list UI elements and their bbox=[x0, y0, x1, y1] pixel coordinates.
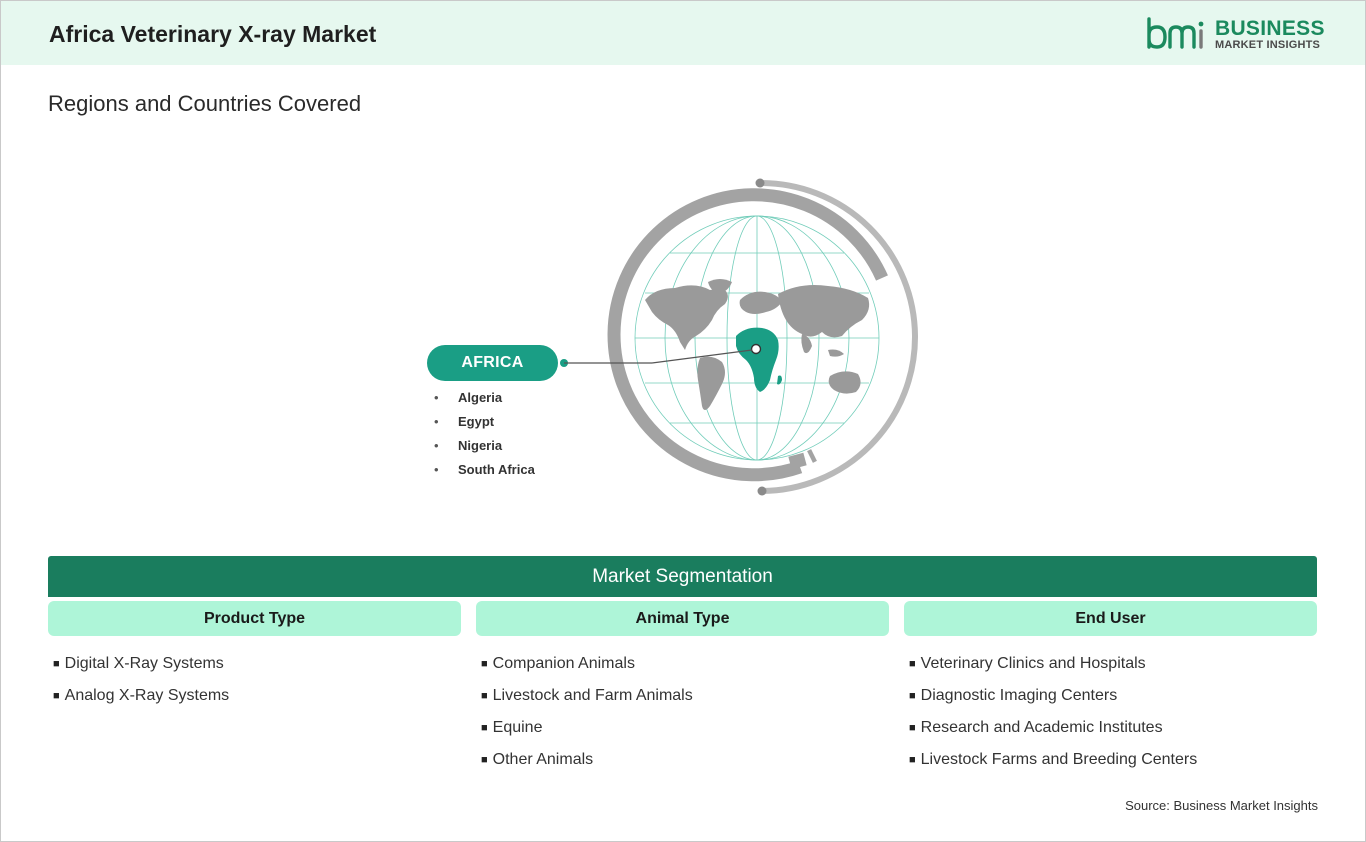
source-note: Source: Business Market Insights bbox=[1125, 798, 1318, 813]
list-item: ■ Other Animals bbox=[481, 744, 693, 776]
country-name: Algeria bbox=[458, 390, 503, 405]
list-item: ■ Digital X-Ray Systems bbox=[53, 648, 229, 680]
list-item: ■ Companion Animals bbox=[481, 648, 693, 680]
segment-list-animal-type: ■ Companion Animals ■ Livestock and Farm A… bbox=[481, 648, 693, 776]
list-item: ■ Analog X-Ray Systems bbox=[53, 680, 229, 712]
square-bullet-icon: ■ bbox=[909, 722, 916, 734]
segment-list-end-user: ■ Veterinary Clinics and Hospitals ■ Diagn… bbox=[909, 648, 1197, 776]
country-item: • Algeria bbox=[434, 386, 535, 410]
square-bullet-icon: ■ bbox=[909, 690, 916, 702]
list-item-label: Digital X-Ray Systems bbox=[64, 655, 224, 672]
list-item: ■ Veterinary Clinics and Hospitals bbox=[909, 648, 1197, 680]
list-item-label: Livestock Farms and Breeding Centers bbox=[920, 751, 1198, 768]
bullet: • bbox=[434, 390, 439, 405]
list-item: ■ Livestock and Farm Animals bbox=[481, 680, 693, 712]
list-item: ■ Diagnostic Imaging Centers bbox=[909, 680, 1197, 712]
list-item-label: Diagnostic Imaging Centers bbox=[920, 687, 1118, 704]
list-item: ■ Equine bbox=[481, 712, 693, 744]
bmi-logo-icon bbox=[1147, 17, 1204, 49]
square-bullet-icon: ■ bbox=[909, 754, 916, 766]
square-bullet-icon: ■ bbox=[481, 690, 488, 702]
page-title: Africa Veterinary X-ray Market bbox=[49, 21, 377, 47]
country-name: Nigeria bbox=[458, 438, 503, 453]
square-bullet-icon: ■ bbox=[481, 754, 488, 766]
region-label-africa: AFRICA bbox=[427, 345, 558, 381]
header-bar: Africa Veterinary X-ray Market BUSINESS … bbox=[1, 1, 1365, 65]
market-segmentation-bar: Market Segmentation bbox=[48, 556, 1317, 597]
list-item-label: Companion Animals bbox=[492, 655, 635, 672]
list-item-label: Research and Academic Institutes bbox=[920, 719, 1163, 736]
list-item-label: Equine bbox=[492, 719, 543, 736]
list-item: ■ Livestock Farms and Breeding Centers bbox=[909, 744, 1197, 776]
country-item: • South Africa bbox=[434, 458, 535, 482]
country-name: South Africa bbox=[458, 462, 535, 477]
segment-heading-end-user: End User bbox=[904, 601, 1317, 636]
list-item-label: Analog X-Ray Systems bbox=[64, 687, 230, 704]
logo-text-market-insights: MARKET INSIGHTS bbox=[1215, 39, 1321, 51]
brand-logo: BUSINESS MARKET INSIGHTS bbox=[1145, 15, 1325, 55]
bullet: • bbox=[434, 462, 439, 477]
country-item: • Nigeria bbox=[434, 434, 535, 458]
region-connector-line bbox=[560, 349, 753, 367]
list-item-label: Other Animals bbox=[492, 751, 594, 768]
country-list: • Algeria • Egypt • Nigeria • South Africa bbox=[434, 386, 535, 482]
square-bullet-icon: ■ bbox=[53, 658, 60, 670]
list-item: ■ Research and Academic Institutes bbox=[909, 712, 1197, 744]
segment-list-product-type: ■ Digital X-Ray Systems ■ Analog X-Ray Sys… bbox=[53, 648, 229, 712]
square-bullet-icon: ■ bbox=[909, 658, 916, 670]
country-name: Egypt bbox=[458, 414, 495, 429]
segment-heading-product-type: Product Type bbox=[48, 601, 461, 636]
segment-heading-animal-type: Animal Type bbox=[476, 601, 889, 636]
square-bullet-icon: ■ bbox=[53, 690, 60, 702]
list-item-label: Veterinary Clinics and Hospitals bbox=[920, 655, 1146, 672]
country-item: • Egypt bbox=[434, 410, 535, 434]
logo-text-business: BUSINESS bbox=[1215, 17, 1325, 40]
world-globe-icon bbox=[607, 178, 918, 496]
list-item-label: Livestock and Farm Animals bbox=[492, 687, 693, 704]
square-bullet-icon: ■ bbox=[481, 722, 488, 734]
regions-title: Regions and Countries Covered bbox=[48, 91, 362, 116]
square-bullet-icon: ■ bbox=[481, 658, 488, 670]
bullet: • bbox=[434, 438, 439, 453]
bullet: • bbox=[434, 414, 439, 429]
